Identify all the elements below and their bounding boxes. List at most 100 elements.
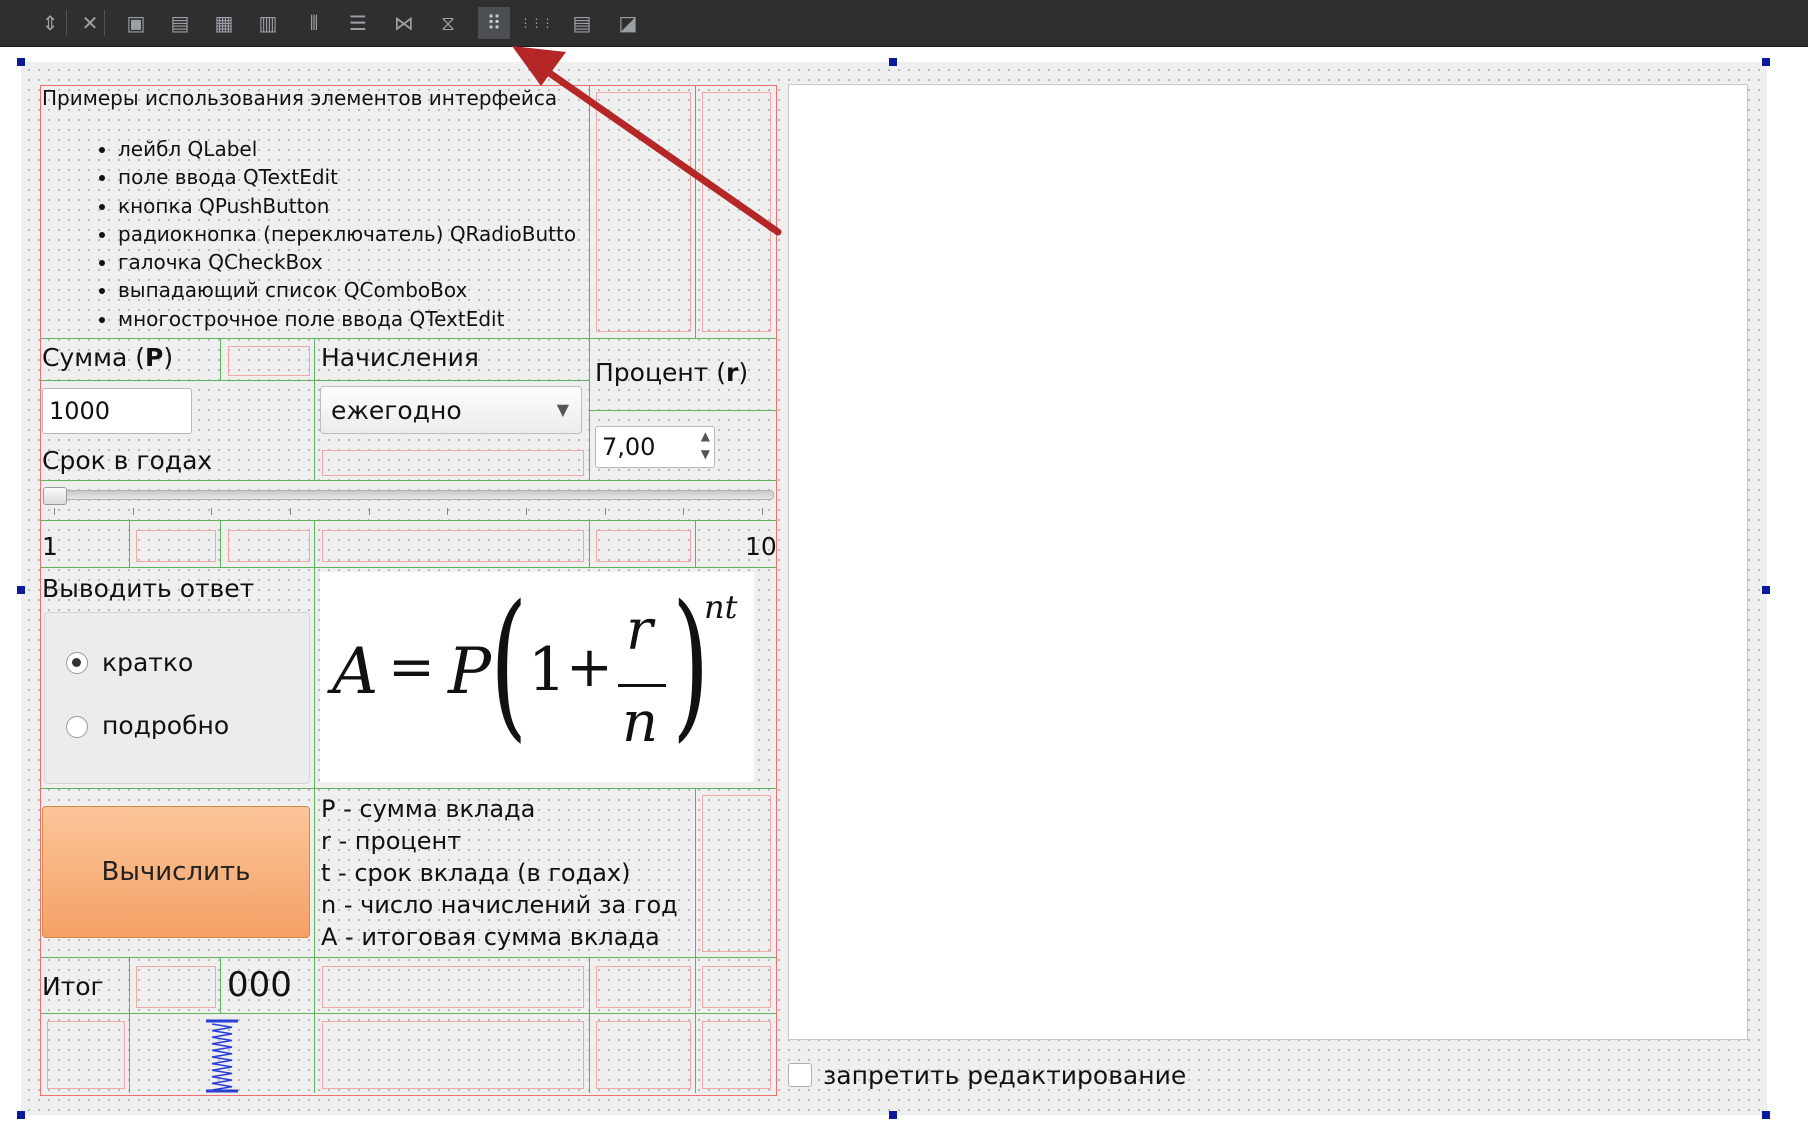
selection-handle[interactable] <box>889 1111 897 1119</box>
edit-buddies-icon[interactable]: ▦ <box>208 7 240 39</box>
compute-button[interactable]: Вычислить <box>42 806 310 938</box>
result-label: Итог <box>42 972 104 1001</box>
accrual-combobox[interactable]: ежегодно ▼ <box>320 386 582 434</box>
spacer-placeholder <box>322 450 584 476</box>
lock-checkbox[interactable] <box>788 1063 812 1087</box>
formula-fraction-bar <box>618 684 666 687</box>
intro-list-item: многострочное поле ввода QTextEdit <box>118 305 578 333</box>
grid-line <box>129 520 130 567</box>
slider-tick <box>211 508 213 515</box>
grid-line <box>220 520 221 567</box>
slider-tick <box>683 508 685 515</box>
adjust-size-icon[interactable]: ◪ <box>612 7 644 39</box>
percent-label: Процент (r) <box>595 358 749 387</box>
grid-line <box>695 788 696 1093</box>
selection-handle[interactable] <box>1762 58 1770 66</box>
formula-r: r <box>626 598 653 663</box>
variables-legend: P - сумма вклада r - процент t - срок вкла… <box>321 793 678 953</box>
slider-handle[interactable] <box>43 487 67 505</box>
selection-handle[interactable] <box>1762 586 1770 594</box>
spacer-placeholder <box>702 795 771 952</box>
accrual-label: Начисления <box>321 343 479 372</box>
vertical-spacer[interactable] <box>200 1018 244 1094</box>
spin-down-icon[interactable]: ▼ <box>701 447 710 461</box>
intro-title: Примеры использования элементов интерфей… <box>42 86 558 110</box>
grid-line <box>590 410 776 411</box>
splitter-vertical-icon[interactable]: ⧖ <box>432 7 464 39</box>
term-slider[interactable] <box>42 484 774 520</box>
sum-input[interactable]: 1000 <box>42 388 192 434</box>
sum-label: Сумма (P) <box>42 343 174 372</box>
selection-handle[interactable] <box>889 58 897 66</box>
spacer-placeholder <box>228 530 310 562</box>
slider-tick <box>604 508 606 515</box>
spacer-placeholder <box>596 92 691 332</box>
grid-line <box>220 957 221 1013</box>
spacer-placeholder <box>322 530 584 562</box>
break-layout-icon[interactable]: ▤ <box>566 7 598 39</box>
grid-line <box>314 520 315 1093</box>
layout-vertical-icon[interactable]: ☰ <box>342 7 374 39</box>
edit-tab-order-icon[interactable]: ▥ <box>252 7 284 39</box>
intro-list: лейбл QLabelполе ввода QTextEditкнопка Q… <box>96 135 578 333</box>
radio-brief[interactable] <box>66 652 88 674</box>
layout-grid-icon[interactable]: ⋮⋮⋮ <box>520 7 554 39</box>
formula-exponent: nt <box>704 588 738 626</box>
spacer-placeholder <box>596 1021 691 1089</box>
grid-line <box>41 788 776 789</box>
accrual-selected-value: ежегодно <box>331 395 462 425</box>
intro-list-item: галочка QCheckBox <box>118 248 578 276</box>
slider-groove <box>44 490 774 500</box>
selection-handle[interactable] <box>1762 1111 1770 1119</box>
layout-horizontal-icon[interactable]: ⦀ <box>298 7 330 39</box>
slider-tick <box>447 508 449 515</box>
slider-tick <box>526 508 527 515</box>
legend-line: t - срок вклада (в годах) <box>321 859 631 887</box>
legend-line: P - сумма вклада <box>321 795 536 823</box>
text-editor[interactable] <box>788 84 1748 1040</box>
toolbar-separator <box>66 10 67 36</box>
edit-widgets-icon[interactable]: ▣ <box>120 7 152 39</box>
sort-updown-icon[interactable]: ⇕ <box>34 7 66 39</box>
close-x-icon[interactable]: ✕ <box>74 7 106 39</box>
slider-tick <box>762 508 763 515</box>
legend-line: A - итоговая сумма вклада <box>321 923 660 951</box>
selection-handle[interactable] <box>17 586 25 594</box>
slider-tick <box>368 508 370 515</box>
grid-line <box>589 86 590 481</box>
selection-handle[interactable] <box>17 1111 25 1119</box>
formula-equals: = <box>388 635 435 700</box>
grid-line <box>314 338 315 481</box>
formula-plus: + <box>566 635 613 700</box>
grid-line <box>129 957 130 1093</box>
slider-tick <box>54 508 55 515</box>
spin-up-icon[interactable]: ▲ <box>701 429 710 443</box>
legend-line: n - число начислений за год <box>321 891 678 919</box>
spacer-placeholder <box>47 1021 125 1089</box>
grid-line <box>589 520 590 567</box>
selection-handle[interactable] <box>17 58 25 66</box>
intro-list-item: радиокнопка (переключатель) QRadioButton <box>118 220 578 248</box>
percent-spinbox[interactable]: 7,00 ▲ ▼ <box>595 426 715 468</box>
term-label: Срок в годах <box>42 446 213 475</box>
grid-line <box>41 567 776 568</box>
output-label: Выводить ответ <box>42 574 255 603</box>
percent-value: 7,00 <box>602 433 656 461</box>
term-min-label: 1 <box>42 532 58 561</box>
layout-form-icon[interactable]: ⠿ <box>478 7 510 39</box>
intro-list-item: кнопка QPushButton <box>118 192 578 220</box>
grid-line <box>41 480 776 481</box>
grid-line <box>695 520 696 567</box>
edit-signals-icon[interactable]: ▤ <box>164 7 196 39</box>
spacer-placeholder <box>702 92 771 332</box>
radio-detailed-label: подробно <box>102 711 230 740</box>
spacer-placeholder <box>702 966 771 1008</box>
spacer-placeholder <box>596 530 691 562</box>
formula-left-paren: ( <box>490 570 528 757</box>
splitter-horizontal-icon[interactable]: ⋈ <box>388 7 420 39</box>
radio-detailed[interactable] <box>66 716 88 738</box>
grid-line <box>41 380 589 381</box>
grid-line <box>589 957 590 1093</box>
intro-list-item: лейбл QLabel <box>118 135 578 163</box>
grid-line <box>220 338 221 380</box>
